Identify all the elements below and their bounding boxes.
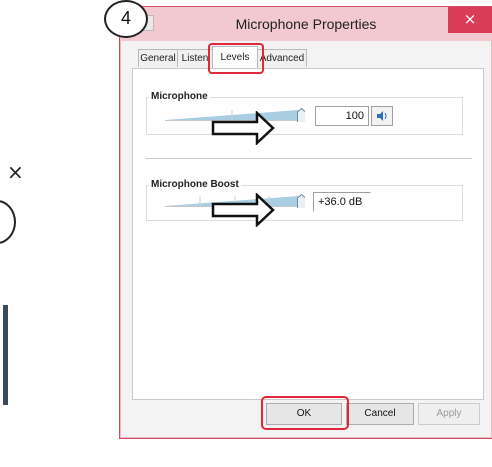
- speaker-icon: [377, 111, 387, 121]
- cancel-button[interactable]: Cancel: [346, 403, 414, 425]
- mute-button[interactable]: [371, 106, 393, 126]
- tab-general[interactable]: General: [138, 49, 178, 67]
- window-title: Microphone Properties: [235, 16, 377, 32]
- separator: [146, 158, 472, 159]
- apply-button[interactable]: Apply: [418, 403, 480, 425]
- microphone-boost-label: Microphone Boost: [149, 179, 241, 190]
- tab-advanced[interactable]: Advanced: [257, 49, 307, 67]
- ok-button-highlight: [261, 396, 349, 430]
- microphone-label: Microphone: [149, 91, 210, 102]
- arrow-icon: [211, 193, 275, 227]
- close-button[interactable]: ×: [448, 7, 492, 33]
- arrow-icon: [211, 111, 275, 145]
- levels-tab-highlight: [208, 43, 264, 74]
- background-step-badge-fragment: [0, 200, 16, 244]
- microphone-boost-value: +36.0 dB: [313, 192, 371, 212]
- background-window-edge: [0, 305, 8, 405]
- title-bar[interactable]: Microphone Properties ×: [120, 7, 492, 41]
- microphone-level-input[interactable]: 100: [315, 106, 369, 126]
- background-close-icon: ×: [7, 160, 24, 184]
- microphone-slider-thumb[interactable]: [297, 108, 305, 122]
- step-badge: 4: [104, 0, 148, 38]
- microphone-boost-slider-thumb[interactable]: [297, 194, 305, 208]
